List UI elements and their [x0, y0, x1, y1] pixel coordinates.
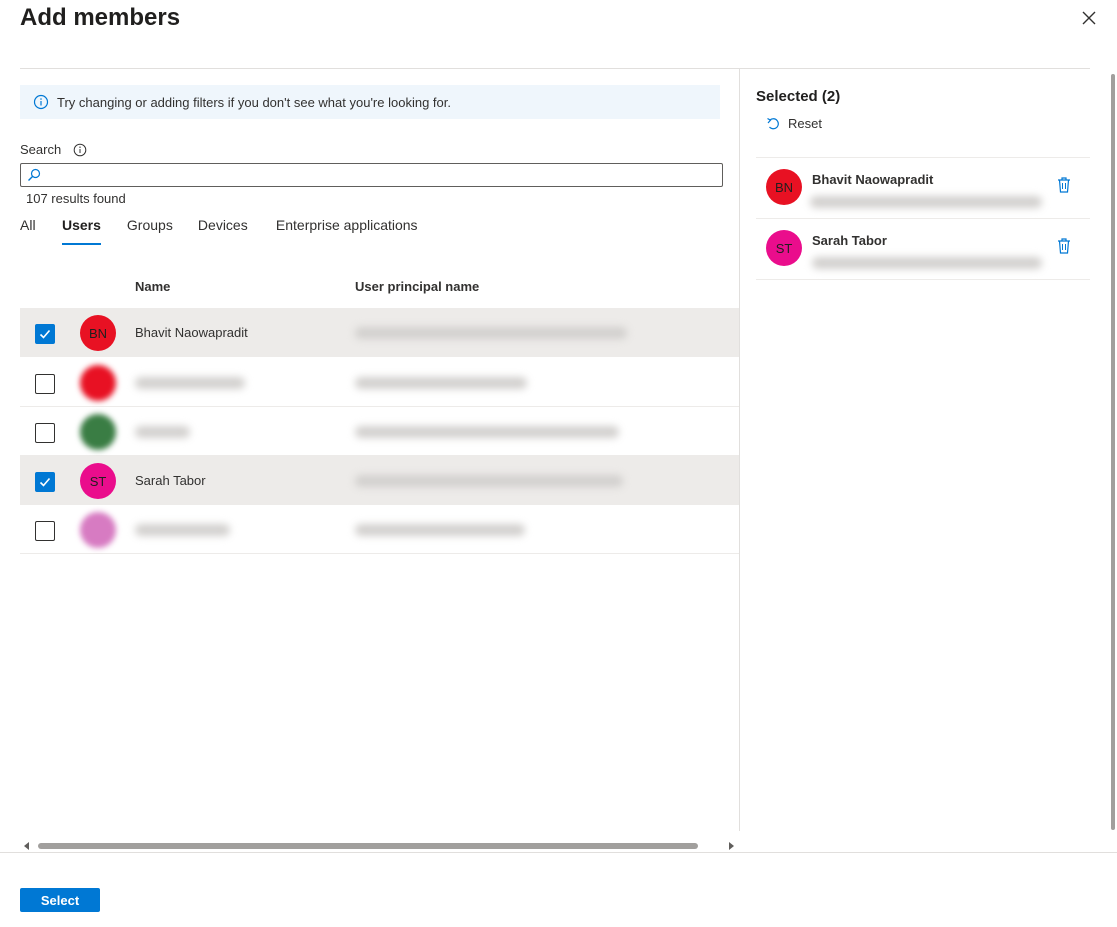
- redacted-upn: [355, 327, 627, 339]
- selected-list: BN Bhavit Naowapradit ST Sarah Tabor: [756, 157, 1090, 280]
- delete-icon[interactable]: [1056, 176, 1072, 194]
- scrollbar-thumb[interactable]: [38, 843, 698, 849]
- tab-list: All Users Groups Devices Enterprise appl…: [20, 217, 418, 245]
- avatar: ST: [80, 463, 116, 499]
- scroll-left-icon[interactable]: [22, 841, 32, 851]
- row-checkbox[interactable]: [35, 324, 55, 344]
- delete-icon[interactable]: [1056, 237, 1072, 255]
- select-button[interactable]: Select: [20, 888, 100, 912]
- search-icon: [28, 168, 41, 181]
- redacted-upn: [355, 524, 525, 536]
- tab-all[interactable]: All: [20, 217, 62, 243]
- table-row[interactable]: [20, 407, 739, 456]
- row-checkbox[interactable]: [35, 472, 55, 492]
- row-checkbox[interactable]: [35, 423, 55, 443]
- redacted-upn: [355, 377, 527, 389]
- table-row[interactable]: BN Bhavit Naowapradit: [20, 308, 739, 357]
- close-icon[interactable]: [1079, 8, 1099, 28]
- search-field[interactable]: [20, 163, 723, 187]
- results-count: 107 results found: [26, 191, 126, 206]
- table-row[interactable]: [20, 505, 739, 554]
- scrollbar-thumb[interactable]: [1111, 74, 1115, 830]
- redacted-name: [135, 377, 245, 389]
- undo-icon: [767, 117, 779, 129]
- info-icon[interactable]: [73, 143, 87, 157]
- column-header-name[interactable]: Name: [135, 279, 170, 294]
- avatar: [80, 512, 116, 548]
- info-message: Try changing or adding filters if you do…: [57, 94, 451, 110]
- redacted-upn: [810, 196, 1042, 208]
- tab-devices[interactable]: Devices: [198, 217, 276, 243]
- avatar: BN: [80, 315, 116, 351]
- scroll-right-icon[interactable]: [726, 841, 736, 851]
- footer-divider: [0, 852, 1117, 853]
- redacted-upn: [812, 257, 1042, 269]
- selected-item-name: Bhavit Naowapradit: [812, 172, 934, 187]
- row-name: Bhavit Naowapradit: [135, 325, 248, 340]
- row-checkbox[interactable]: [35, 374, 55, 394]
- checkmark-icon: [39, 329, 51, 339]
- avatar: [80, 414, 116, 450]
- search-pane: Try changing or adding filters if you do…: [20, 69, 739, 829]
- avatar: ST: [766, 230, 802, 266]
- selected-item-name: Sarah Tabor: [812, 233, 887, 248]
- tab-users[interactable]: Users: [62, 217, 101, 245]
- search-label: Search: [20, 142, 87, 157]
- selected-title: Selected (2): [756, 88, 841, 105]
- vertical-scrollbar[interactable]: [1109, 60, 1117, 850]
- info-banner: Try changing or adding filters if you do…: [20, 85, 720, 119]
- pane-divider: [739, 69, 740, 831]
- info-icon: [33, 94, 49, 110]
- reset-button[interactable]: Reset: [766, 116, 822, 131]
- tab-groups[interactable]: Groups: [127, 217, 198, 243]
- tab-enterprise-applications[interactable]: Enterprise applications: [276, 217, 418, 243]
- column-header-upn[interactable]: User principal name: [355, 279, 479, 294]
- row-name: Sarah Tabor: [135, 473, 206, 488]
- checkmark-icon: [39, 477, 51, 487]
- list-item: BN Bhavit Naowapradit: [756, 158, 1090, 219]
- avatar: [80, 365, 116, 401]
- row-checkbox[interactable]: [35, 521, 55, 541]
- redacted-upn: [355, 475, 623, 487]
- redacted-upn: [355, 426, 619, 438]
- redacted-name: [135, 426, 190, 438]
- redacted-name: [135, 524, 230, 536]
- table-row[interactable]: ST Sarah Tabor: [20, 456, 739, 505]
- avatar: BN: [766, 169, 802, 205]
- table-row[interactable]: [20, 358, 739, 407]
- search-input[interactable]: [45, 165, 715, 185]
- horizontal-scrollbar[interactable]: [22, 840, 736, 852]
- list-item: ST Sarah Tabor: [756, 219, 1090, 280]
- page-title: Add members: [20, 4, 181, 31]
